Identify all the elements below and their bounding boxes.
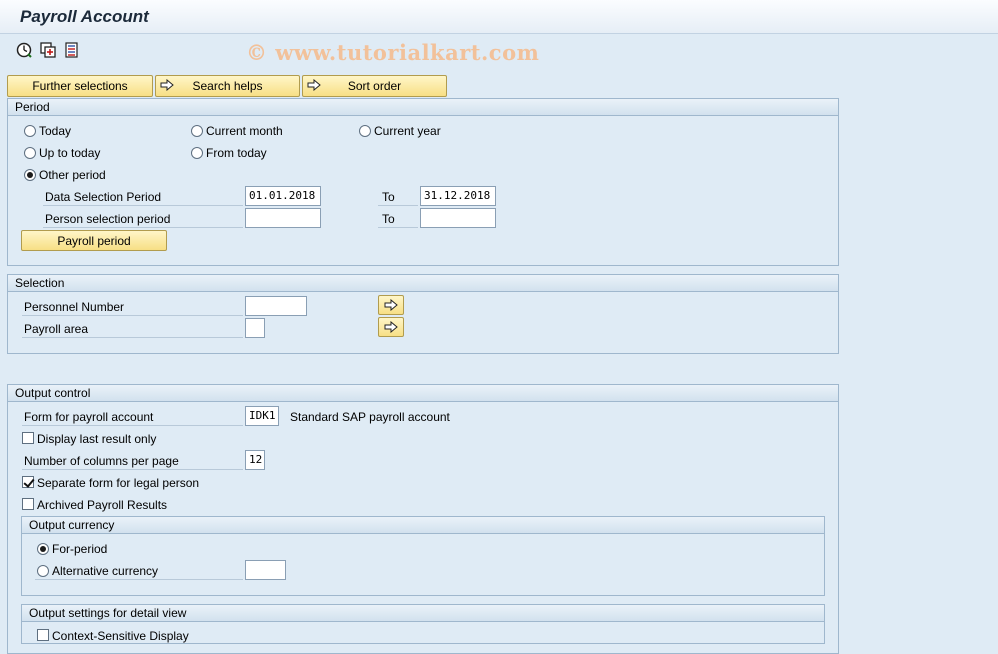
person-selection-from-input[interactable] [245, 208, 321, 228]
form-description: Standard SAP payroll account [290, 410, 450, 424]
radio-from-today[interactable] [191, 147, 203, 159]
label-up-to-today: Up to today [39, 146, 101, 160]
label-from-today: From today [206, 146, 267, 160]
label-separate-form: Separate form for legal person [37, 476, 200, 490]
radio-for-period[interactable] [37, 543, 49, 555]
label-to: To [382, 212, 395, 226]
variant-icon[interactable] [39, 41, 57, 59]
label-to: To [382, 190, 395, 204]
checkbox-context-sensitive[interactable] [37, 629, 49, 641]
label-current-month: Current month [206, 124, 283, 138]
label-today: Today [39, 124, 72, 138]
person-selection-to-input[interactable] [420, 208, 496, 228]
execute-icon[interactable] [15, 41, 33, 59]
label-columns-per-page: Number of columns per page [24, 454, 179, 468]
columns-per-page-input[interactable]: 12 [245, 450, 265, 470]
label-archived-results: Archived Payroll Results [37, 498, 168, 512]
payroll-area-input[interactable] [245, 318, 265, 338]
sort-order-button[interactable]: Sort order [302, 75, 447, 97]
payroll-period-label: Payroll period [57, 233, 131, 248]
label-other-period: Other period [39, 168, 106, 182]
label-display-last-result: Display last result only [37, 432, 157, 446]
output-currency-header: Output currency [22, 517, 824, 534]
label-for-period: For-period [52, 542, 108, 556]
personnel-number-input[interactable] [245, 296, 307, 316]
payroll-period-button[interactable]: Payroll period [21, 230, 167, 251]
application-toolbar: © www.tutorialkart.com [0, 35, 998, 67]
arrow-right-icon [307, 79, 321, 91]
label-form-for-payroll-account: Form for payroll account [24, 410, 154, 424]
title-bar: Payroll Account [0, 0, 998, 34]
alternative-currency-input[interactable] [245, 560, 286, 580]
checkbox-separate-form[interactable] [22, 476, 34, 488]
output-settings-header: Output settings for detail view [22, 605, 824, 622]
data-selection-from-input[interactable]: 01.01.2018 [245, 186, 321, 206]
sort-order-label: Sort order [347, 79, 402, 93]
label-context-sensitive: Context-Sensitive Display [52, 629, 189, 643]
page-title: Payroll Account [20, 7, 149, 26]
arrow-right-icon [384, 299, 398, 311]
label-current-year: Current year [374, 124, 441, 138]
checkbox-archived-results[interactable] [22, 498, 34, 510]
data-selection-to-input[interactable]: 31.12.2018 [420, 186, 496, 206]
search-helps-label: Search helps [192, 79, 263, 93]
watermark: © www.tutorialkart.com [246, 40, 540, 65]
payroll-area-multiple-selection-button[interactable] [378, 317, 404, 337]
label-alternative-currency: Alternative currency [52, 564, 159, 578]
arrow-right-icon [160, 79, 174, 91]
further-selections-label: Further selections [32, 79, 128, 93]
arrow-right-icon [384, 321, 398, 333]
output-currency-group: Output currency [21, 516, 825, 596]
radio-current-month[interactable] [191, 125, 203, 137]
form-input[interactable]: IDK1 [245, 406, 279, 426]
selection-header: Selection [8, 275, 838, 292]
further-selections-button[interactable]: Further selections [7, 75, 153, 97]
label-payroll-area: Payroll area [24, 322, 89, 336]
radio-up-to-today[interactable] [24, 147, 36, 159]
radio-other-period[interactable] [24, 169, 36, 181]
period-header: Period [8, 99, 838, 116]
selection-options-icon[interactable] [63, 41, 81, 59]
radio-current-year[interactable] [359, 125, 371, 137]
radio-alternative-currency[interactable] [37, 565, 49, 577]
label-personnel-number: Personnel Number [24, 300, 125, 314]
label-data-selection-period: Data Selection Period [45, 190, 162, 204]
radio-today[interactable] [24, 125, 36, 137]
label-person-selection-period: Person selection period [45, 212, 171, 226]
checkbox-display-last-result[interactable] [22, 432, 34, 444]
personnel-number-multiple-selection-button[interactable] [378, 295, 404, 315]
search-helps-button[interactable]: Search helps [155, 75, 300, 97]
output-control-header: Output control [8, 385, 838, 402]
